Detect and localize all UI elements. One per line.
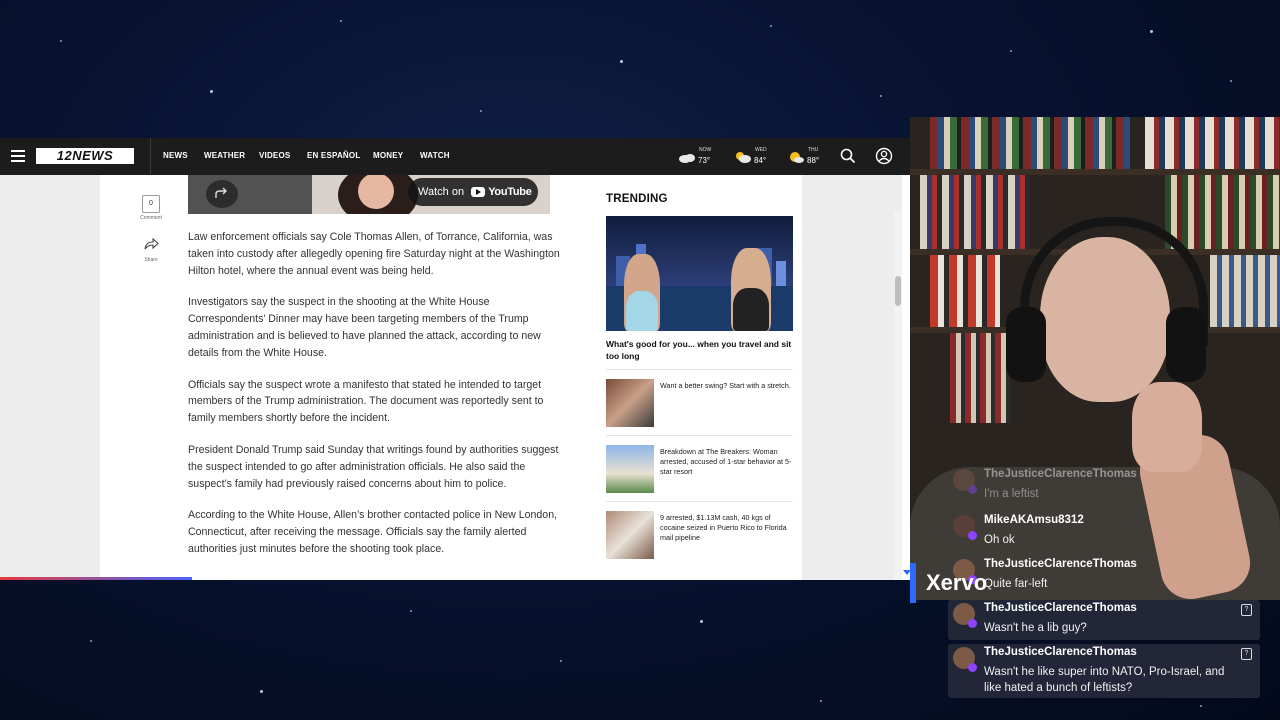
partly-sunny-icon bbox=[736, 152, 751, 163]
chat-text: Wasn't he like super into NATO, Pro-Isra… bbox=[984, 666, 1225, 694]
nav-money[interactable]: MONEY bbox=[373, 151, 403, 160]
trending-item-title: Breakdown at The Breakers: Woman arreste… bbox=[660, 447, 792, 476]
weather-day-label: THU bbox=[808, 147, 819, 153]
reading-progress-bar bbox=[0, 577, 192, 580]
sub-badge-icon bbox=[968, 663, 977, 672]
trending-thumbnail bbox=[606, 445, 654, 493]
nav-watch[interactable]: WATCH bbox=[420, 151, 450, 160]
share-label: Share bbox=[144, 257, 158, 263]
trending-title: TRENDING bbox=[606, 193, 668, 205]
trending-thumbnail bbox=[606, 379, 654, 427]
sub-badge-icon bbox=[968, 619, 977, 628]
trending-item[interactable]: Breakdown at The Breakers: Woman arreste… bbox=[606, 435, 793, 493]
nav-weather[interactable]: WEATHER bbox=[204, 151, 245, 160]
youtube-label: YouTube bbox=[488, 186, 532, 198]
trending-item[interactable]: Want a better swing? Start with a stretc… bbox=[606, 369, 793, 427]
sub-badge-icon bbox=[968, 531, 977, 540]
page-content: Watch on YouTube 0 Comment Share Law enf… bbox=[0, 175, 902, 580]
weather-day-label: NOW bbox=[699, 147, 712, 153]
watch-on-label: Watch on bbox=[418, 186, 465, 198]
video-share-icon[interactable] bbox=[206, 180, 238, 208]
article-body: Law enforcement officials say Cole Thoma… bbox=[188, 229, 560, 573]
chat-message: MikeAKAmsu8312 Oh ok bbox=[948, 512, 1260, 554]
chat-message: TheJusticeClarenceThomas Wasn't he like … bbox=[948, 644, 1260, 698]
chat-username: TheJusticeClarenceThomas bbox=[984, 646, 1137, 658]
trending-thumbnail bbox=[606, 511, 654, 559]
weather-temp: 88° bbox=[807, 156, 820, 165]
chat-username: TheJusticeClarenceThomas bbox=[984, 468, 1137, 480]
chat-username: TheJusticeClarenceThomas bbox=[984, 602, 1137, 614]
partly-cloudy-icon bbox=[679, 154, 695, 163]
question-icon[interactable]: ? bbox=[1241, 604, 1252, 616]
search-icon[interactable] bbox=[839, 147, 857, 165]
site-navbar: 12NEWS NEWS WEATHER VIDEOS EN ESPAÑOL MO… bbox=[0, 138, 910, 175]
article-paragraph: President Donald Trump said Sunday that … bbox=[188, 443, 559, 490]
scrollbar[interactable] bbox=[894, 212, 902, 580]
sunny-icon bbox=[790, 152, 804, 163]
share-button[interactable]: Share bbox=[139, 237, 163, 263]
nav-videos[interactable]: VIDEOS bbox=[259, 151, 290, 160]
article-paragraph: According to the White House, Allen’s br… bbox=[188, 509, 558, 555]
trending-hero-image[interactable] bbox=[606, 216, 793, 331]
nav-news[interactable]: NEWS bbox=[163, 151, 188, 160]
browser-window: 12NEWS NEWS WEATHER VIDEOS EN ESPAÑOL MO… bbox=[0, 138, 910, 580]
trending-panel: TRENDING What's good for you... when you… bbox=[597, 183, 803, 579]
comment-label: Comment bbox=[140, 215, 162, 221]
trending-item-title: Want a better swing? Start with a stretc… bbox=[660, 381, 791, 390]
comment-button[interactable]: 0 Comment bbox=[139, 195, 163, 221]
trending-hero-caption[interactable]: What's good for you... when you travel a… bbox=[606, 338, 793, 362]
weather-temp: 73° bbox=[698, 156, 711, 165]
comment-count: 0 bbox=[142, 195, 160, 213]
weather-day-label: WED bbox=[755, 147, 767, 153]
youtube-play-icon bbox=[471, 187, 486, 198]
article-paragraph: Investigators say the suspect in the sho… bbox=[188, 296, 541, 359]
streamer-name-tag: Xervo bbox=[910, 563, 1050, 603]
weather-temp: 84° bbox=[754, 156, 767, 165]
divider bbox=[150, 138, 151, 175]
trending-item[interactable]: 9 arrested, $1.13M cash, 40 kgs of cocai… bbox=[606, 501, 793, 559]
article-paragraph: Officials say the suspect wrote a manife… bbox=[188, 378, 544, 425]
watch-on-youtube-button[interactable]: Watch on YouTube bbox=[408, 178, 538, 206]
sub-badge-icon bbox=[968, 485, 977, 494]
chat-text: I'm a leftist bbox=[984, 488, 1039, 500]
chat-text: Oh ok bbox=[984, 534, 1015, 546]
menu-icon[interactable] bbox=[11, 150, 25, 162]
chat-username: MikeAKAmsu8312 bbox=[984, 514, 1084, 526]
article-paragraph: Law enforcement officials say Cole Thoma… bbox=[188, 231, 560, 277]
question-icon[interactable]: ? bbox=[1241, 648, 1252, 660]
chat-message: TheJusticeClarenceThomas Wasn't he a lib… bbox=[948, 600, 1260, 640]
site-logo[interactable]: 12NEWS bbox=[36, 148, 134, 164]
embedded-video[interactable]: Watch on YouTube bbox=[188, 175, 550, 214]
trending-item-title: 9 arrested, $1.13M cash, 40 kgs of cocai… bbox=[660, 513, 787, 542]
account-icon[interactable] bbox=[875, 147, 893, 165]
nav-en-espanol[interactable]: EN ESPAÑOL bbox=[307, 151, 360, 160]
article-page: Watch on YouTube 0 Comment Share Law enf… bbox=[100, 175, 802, 580]
scrollbar-thumb[interactable] bbox=[895, 276, 901, 306]
share-icon bbox=[144, 237, 159, 250]
streamer-name: Xervo bbox=[926, 570, 988, 595]
chat-text: Wasn't he a lib guy? bbox=[984, 622, 1087, 634]
chat-message: TheJusticeClarenceThomas I'm a leftist bbox=[948, 466, 1260, 508]
